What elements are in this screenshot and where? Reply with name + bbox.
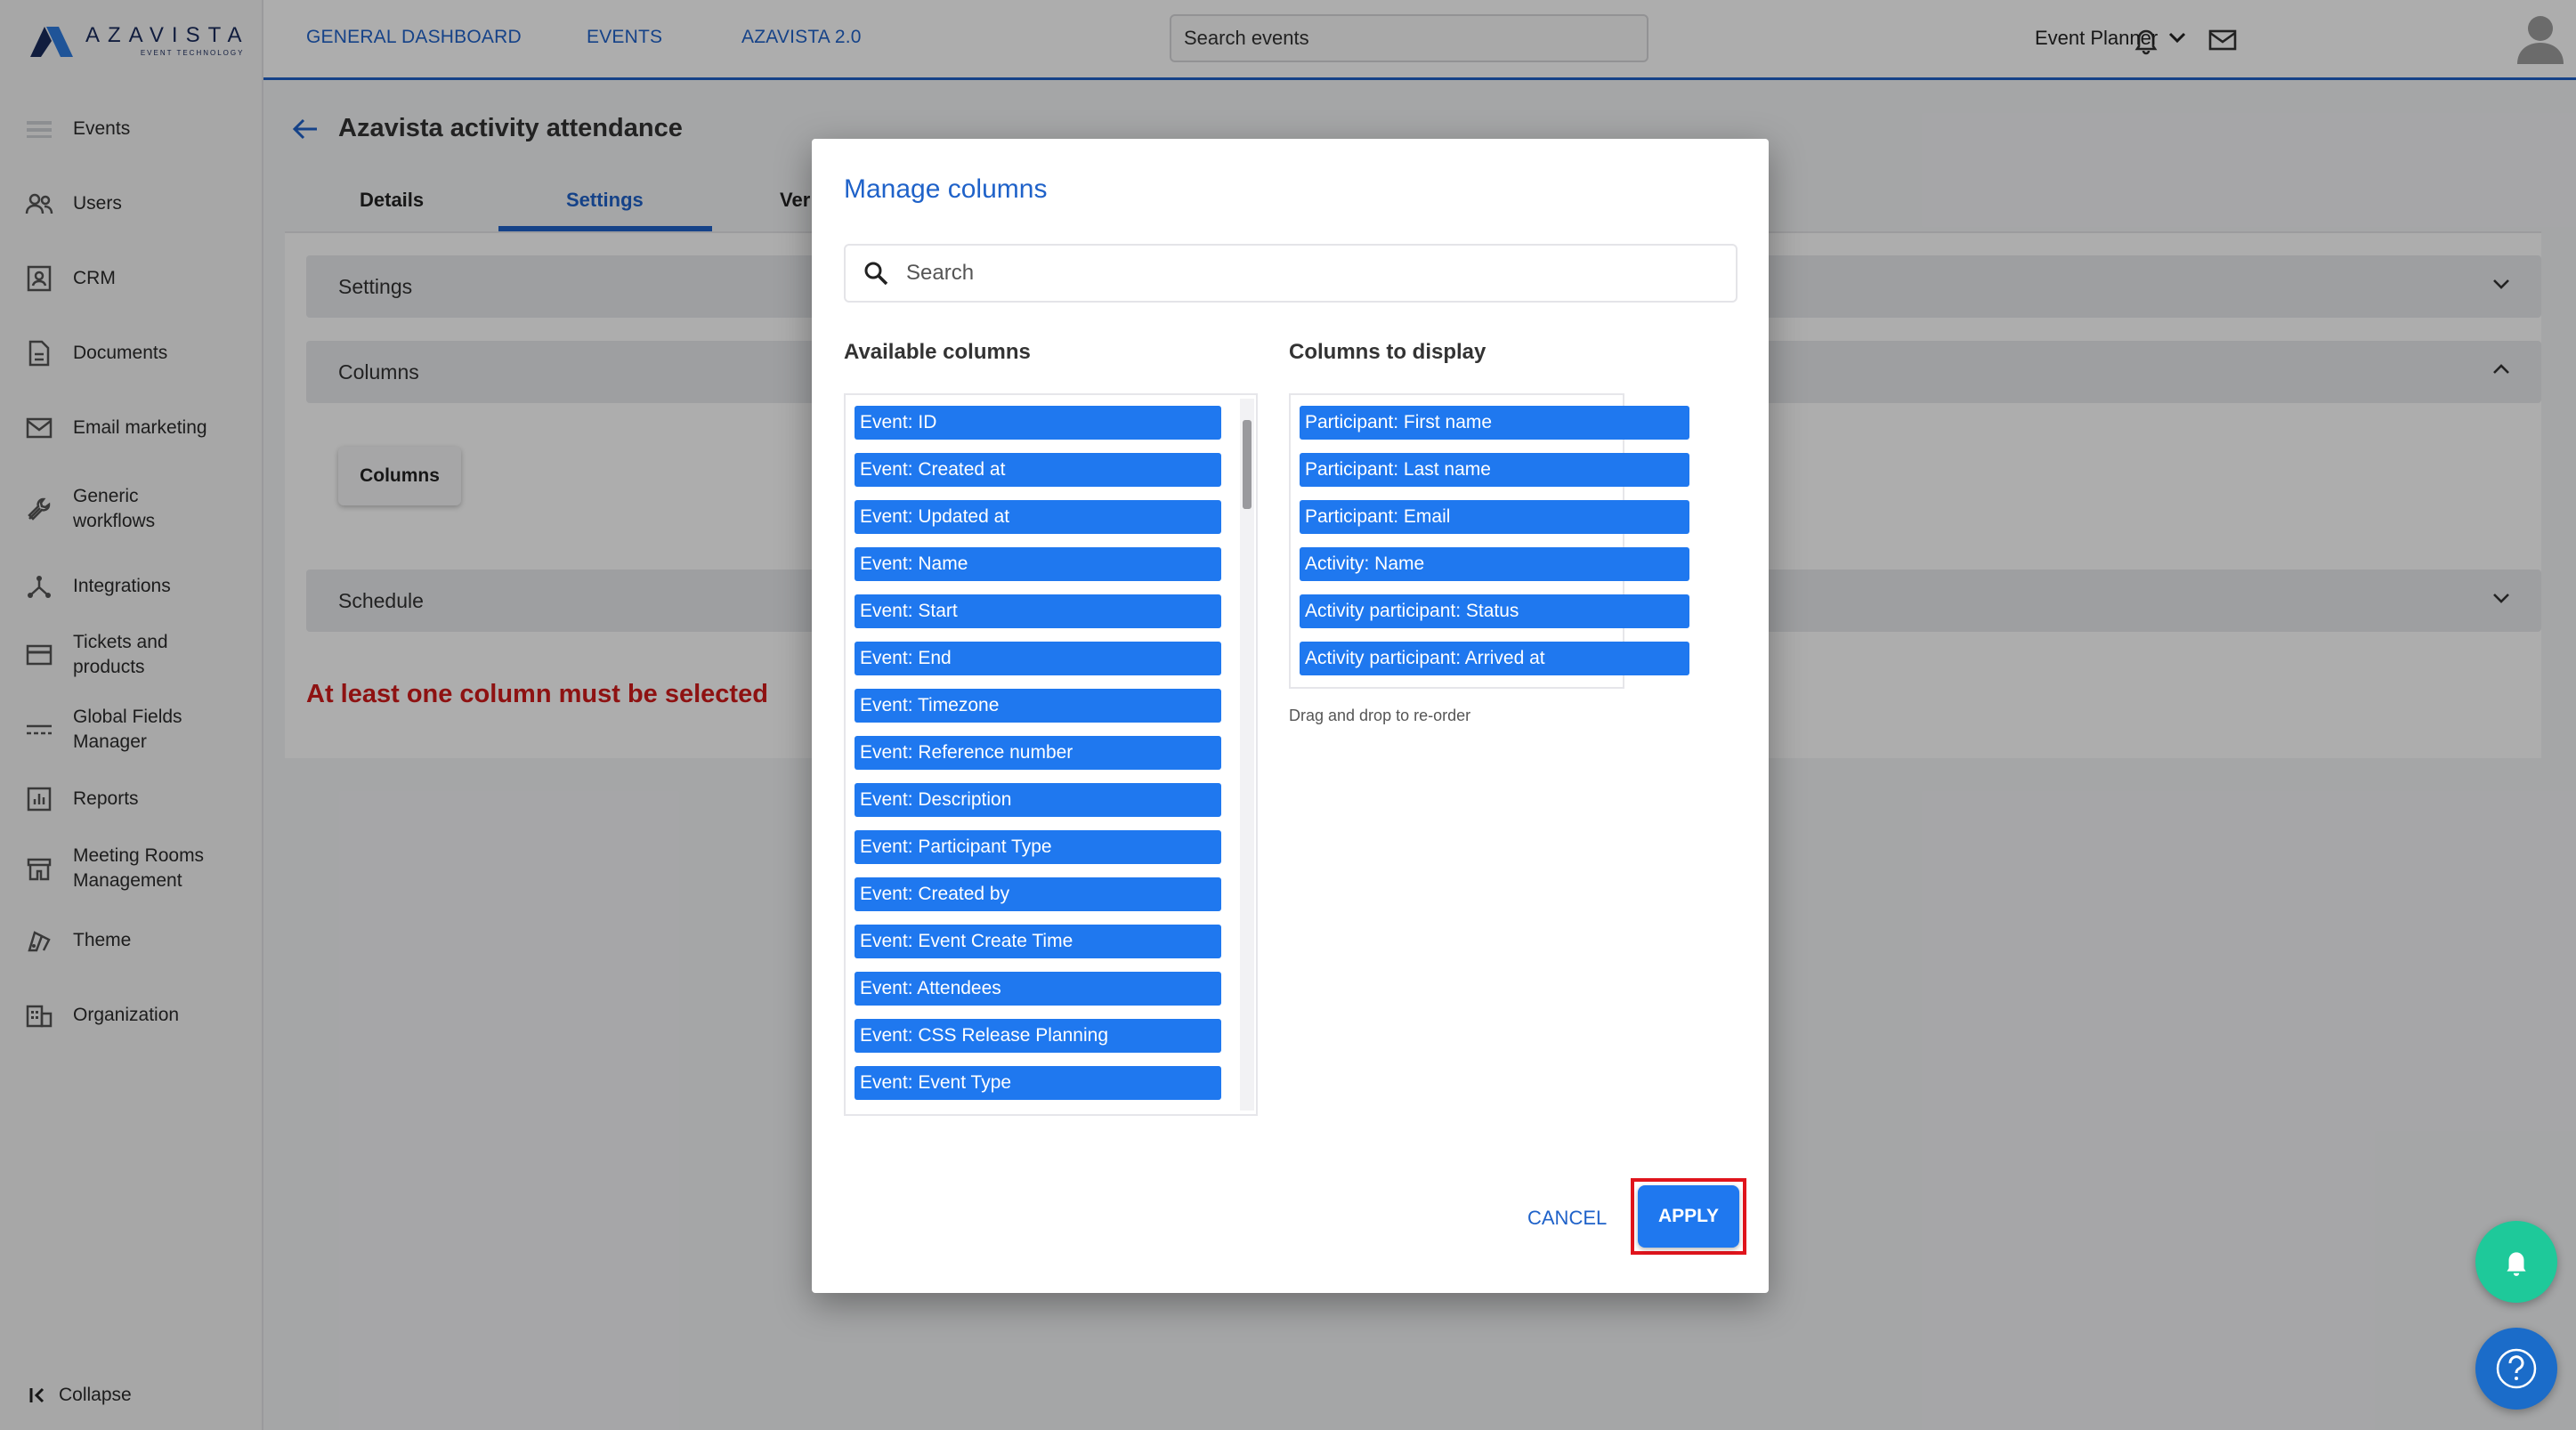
available-column-chip[interactable]: Event: Created at: [855, 453, 1221, 487]
available-column-chip[interactable]: Event: ID: [855, 406, 1221, 440]
available-column-chip[interactable]: Event: Created by: [855, 877, 1221, 911]
apply-button[interactable]: APPLY: [1638, 1185, 1739, 1248]
help-fab[interactable]: [2475, 1328, 2557, 1410]
available-columns-list[interactable]: Event: ID Event: Created at Event: Updated…: [844, 393, 1258, 1116]
columns-to-display-list[interactable]: Participant: First name Participant: Last…: [1289, 393, 1689, 689]
manage-columns-dialog: Manage columns Available columns Columns…: [812, 139, 1769, 1293]
display-column-chip[interactable]: Activity participant: Status: [1300, 594, 1689, 628]
available-column-chip[interactable]: Event: Event Create Time: [855, 925, 1221, 958]
help-question-icon: [2496, 1348, 2537, 1389]
available-column-chip[interactable]: Event: Attendees: [855, 972, 1221, 1006]
available-columns-heading: Available columns: [844, 340, 1031, 364]
display-column-chip[interactable]: Activity: Name: [1300, 547, 1689, 581]
available-column-chip[interactable]: Event: Reference number: [855, 736, 1221, 770]
available-column-chip[interactable]: Event: Timezone: [855, 689, 1221, 723]
notification-fab[interactable]: [2475, 1221, 2557, 1303]
display-column-chip[interactable]: Activity participant: Arrived at: [1300, 642, 1689, 675]
column-search-input[interactable]: [906, 261, 1707, 286]
available-column-chip[interactable]: Event: Name: [855, 547, 1221, 581]
available-column-chip[interactable]: Event: Updated at: [855, 500, 1221, 534]
bell-icon: [2507, 1252, 2526, 1276]
display-column-chip[interactable]: Participant: Email: [1300, 500, 1689, 534]
reorder-hint: Drag and drop to re-order: [1289, 707, 1471, 724]
dialog-title: Manage columns: [844, 174, 1048, 204]
display-column-chip[interactable]: Participant: First name: [1300, 406, 1689, 440]
available-column-chip[interactable]: Event: CSS Release Planning: [855, 1019, 1221, 1053]
available-list-scrollbar[interactable]: [1240, 399, 1254, 1111]
display-column-chip[interactable]: Participant: Last name: [1300, 453, 1689, 487]
available-column-chip[interactable]: Event: Event Type: [855, 1066, 1221, 1100]
column-search-field[interactable]: [844, 244, 1738, 303]
available-column-chip[interactable]: Event: End: [855, 642, 1221, 675]
columns-to-display-heading: Columns to display: [1289, 340, 1486, 364]
available-column-chip[interactable]: Event: Start: [855, 594, 1221, 628]
available-column-chip[interactable]: Event: Participant Type: [855, 830, 1221, 864]
search-icon: [864, 262, 888, 286]
available-column-chip[interactable]: Event: Description: [855, 783, 1221, 817]
cancel-button[interactable]: CANCEL: [1527, 1207, 1607, 1230]
scrollbar-thumb[interactable]: [1243, 420, 1252, 509]
